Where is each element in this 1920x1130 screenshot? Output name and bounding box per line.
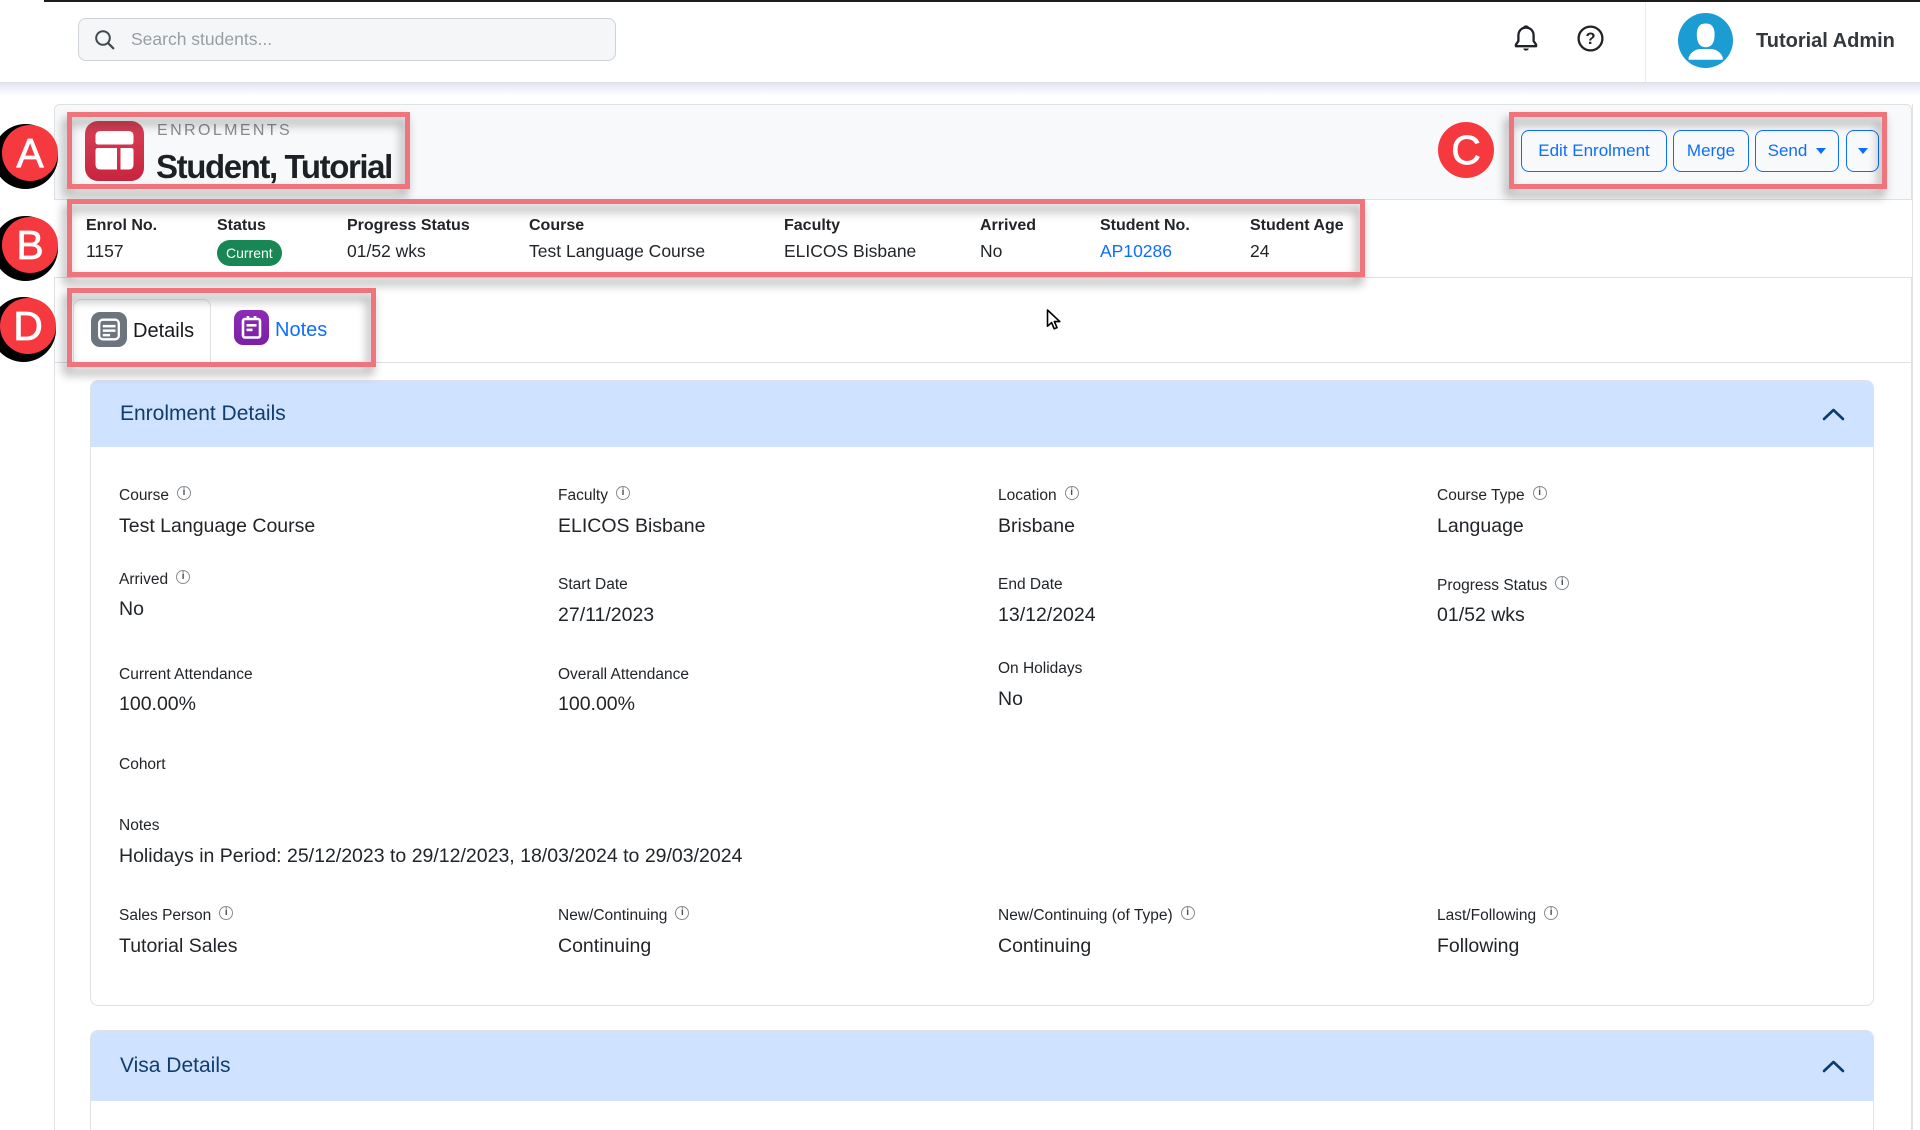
svg-text:?: ? (1586, 30, 1596, 48)
